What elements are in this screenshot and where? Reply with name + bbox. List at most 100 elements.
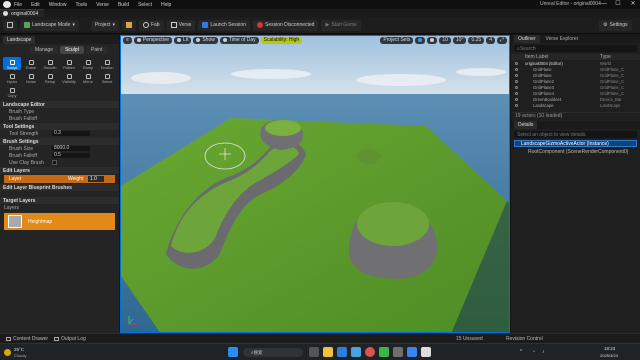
- volume-icon[interactable]: ♪: [542, 349, 545, 355]
- maximize-button[interactable]: ☐: [611, 0, 625, 9]
- settings-button[interactable]: ⚙ Settings: [599, 19, 632, 31]
- panel-tab-landscape[interactable]: Landscape: [3, 35, 36, 44]
- clock-time[interactable]: 18:23: [604, 346, 615, 351]
- perspective-button[interactable]: Perspective: [133, 36, 173, 44]
- section-tool-settings[interactable]: Tool Settings: [0, 123, 119, 130]
- content-button[interactable]: [121, 19, 136, 31]
- unsaved-button[interactable]: 15 Unsaved: [456, 336, 483, 342]
- grid-snap-button[interactable]: 10: [439, 36, 451, 44]
- launch-session-button[interactable]: Launch Session: [198, 19, 250, 31]
- project-button[interactable]: Project ▾: [90, 19, 119, 31]
- tab-outliner[interactable]: Outliner: [514, 35, 540, 43]
- tool-flatten[interactable]: Flatten: [60, 57, 78, 70]
- tool-strength-input[interactable]: 0.3: [52, 131, 90, 136]
- level-viewport[interactable]: [120, 35, 510, 333]
- clock-date[interactable]: 2025/3/24: [600, 353, 618, 358]
- viewport-menu-button[interactable]: ≡: [123, 36, 132, 44]
- eye-icon[interactable]: [515, 97, 518, 101]
- session-status[interactable]: Session Disconnected: [252, 19, 319, 31]
- tab-manage[interactable]: Manage: [30, 46, 59, 54]
- tab-details[interactable]: Details: [514, 121, 538, 129]
- tool-visibility[interactable]: Visibility: [60, 71, 78, 84]
- rotation-snap-button[interactable]: 10°: [452, 36, 467, 44]
- output-log-button[interactable]: Output Log: [54, 336, 86, 342]
- eye-icon[interactable]: [515, 61, 518, 65]
- project-sets-button[interactable]: Project Sets: [380, 36, 414, 44]
- file-explorer-icon[interactable]: [323, 347, 333, 357]
- task-view-icon[interactable]: [309, 347, 319, 357]
- mode-dropdown[interactable]: Landscape Mode ▾: [20, 19, 79, 31]
- tool-select[interactable]: Select: [98, 71, 116, 84]
- wechat-icon[interactable]: [379, 347, 389, 357]
- brush-falloff-input[interactable]: 0.5: [52, 153, 90, 158]
- vscode-icon[interactable]: [407, 347, 417, 357]
- show-button[interactable]: Show: [193, 36, 218, 44]
- wifi-icon[interactable]: ◔: [532, 349, 535, 355]
- menu-edit[interactable]: Edit: [31, 2, 40, 8]
- camera-speed-button[interactable]: 4: [486, 36, 495, 44]
- tool-noise[interactable]: Noise: [22, 71, 40, 84]
- menu-select[interactable]: Select: [138, 2, 152, 8]
- use-clay-checkbox[interactable]: [52, 160, 57, 165]
- edit-layer-weight-input[interactable]: 1.0: [88, 176, 104, 182]
- tool-hydro[interactable]: Hydro: [3, 71, 21, 84]
- section-brush-settings[interactable]: Brush Settings: [0, 138, 119, 145]
- edit-layer-row[interactable]: Layer Weight 1.0: [4, 175, 115, 183]
- details-search-input[interactable]: Select an object to view details.: [514, 131, 637, 138]
- terminal-icon[interactable]: [393, 347, 403, 357]
- close-button[interactable]: ✕: [626, 0, 640, 9]
- unreal-taskbar-icon[interactable]: [421, 347, 431, 357]
- eye-icon[interactable]: [515, 67, 518, 71]
- doc-tab[interactable]: original0004: [0, 9, 45, 17]
- tool-retop[interactable]: Retop: [41, 71, 59, 84]
- section-edit-layer-blueprint[interactable]: Edit Layer Blueprint Brushes: [0, 184, 119, 191]
- eye-icon[interactable]: [515, 85, 518, 89]
- outliner-search-input[interactable]: ⌕ Search: [514, 45, 637, 52]
- tool-erase[interactable]: Erase: [22, 57, 40, 70]
- save-button[interactable]: [3, 19, 17, 31]
- revision-control-button[interactable]: Revision Control: [506, 336, 543, 342]
- tab-sculpt[interactable]: Sculpt: [60, 46, 84, 54]
- tab-verse-explorer[interactable]: Verse Explorer: [546, 36, 579, 42]
- outliner-row[interactable]: Landscape Landscape: [511, 102, 640, 108]
- lit-button[interactable]: Lit: [174, 36, 192, 44]
- unreal-logo-icon[interactable]: [3, 1, 11, 8]
- details-selected-component[interactable]: LandscapeGizmoActiveActor (Instance): [514, 140, 637, 147]
- content-drawer-button[interactable]: Content Drawer: [6, 336, 48, 342]
- tab-paint[interactable]: Paint: [85, 46, 108, 54]
- tool-smooth[interactable]: Smooth: [41, 57, 59, 70]
- menu-file[interactable]: File: [14, 2, 22, 8]
- weather-icon[interactable]: [4, 349, 11, 356]
- brush-size-input[interactable]: 8000.0: [52, 146, 90, 151]
- details-root-component[interactable]: RootComponent (SceneRenderComponent0): [514, 148, 637, 155]
- menu-help[interactable]: Help: [161, 2, 171, 8]
- section-target-layers[interactable]: Target Layers: [0, 197, 119, 204]
- chrome-icon[interactable]: [365, 347, 375, 357]
- maximize-viewport-button[interactable]: ⤢: [496, 36, 507, 44]
- start-icon[interactable]: [228, 347, 238, 357]
- time-of-day-button[interactable]: Time of Day: [219, 36, 259, 44]
- menu-window[interactable]: Window: [49, 2, 67, 8]
- section-landscape-editor[interactable]: Landscape Editor: [0, 101, 119, 108]
- scale-snap-button[interactable]: 0.25: [468, 36, 485, 44]
- tool-copy[interactable]: Copy: [3, 85, 21, 98]
- store-icon[interactable]: [351, 347, 361, 357]
- tool-mirror[interactable]: Mirror: [79, 71, 97, 84]
- fab-button[interactable]: Fab: [138, 19, 164, 31]
- select-mode-button[interactable]: [415, 36, 426, 44]
- tray-chevron-icon[interactable]: ^: [520, 349, 522, 355]
- minimize-button[interactable]: —: [597, 0, 611, 9]
- target-layer-heightmap[interactable]: Heightmap: [4, 213, 115, 230]
- section-edit-layers[interactable]: Edit Layers: [0, 167, 119, 174]
- tool-ramp[interactable]: Ramp: [79, 57, 97, 70]
- tool-erosion[interactable]: Erosion: [98, 57, 116, 70]
- eye-icon[interactable]: [515, 91, 518, 95]
- verse-button[interactable]: Verse: [166, 19, 196, 31]
- eye-icon[interactable]: [515, 103, 518, 107]
- start-game-button[interactable]: ▶ Start Game: [321, 19, 361, 31]
- scalability-button[interactable]: Scalability: High: [260, 36, 303, 44]
- menu-verse[interactable]: Verse: [96, 2, 109, 8]
- tool-sculpt[interactable]: Sculpt: [3, 57, 21, 70]
- taskbar-search-input[interactable]: ⌕ 搜索: [243, 348, 303, 357]
- eye-icon[interactable]: [515, 73, 518, 77]
